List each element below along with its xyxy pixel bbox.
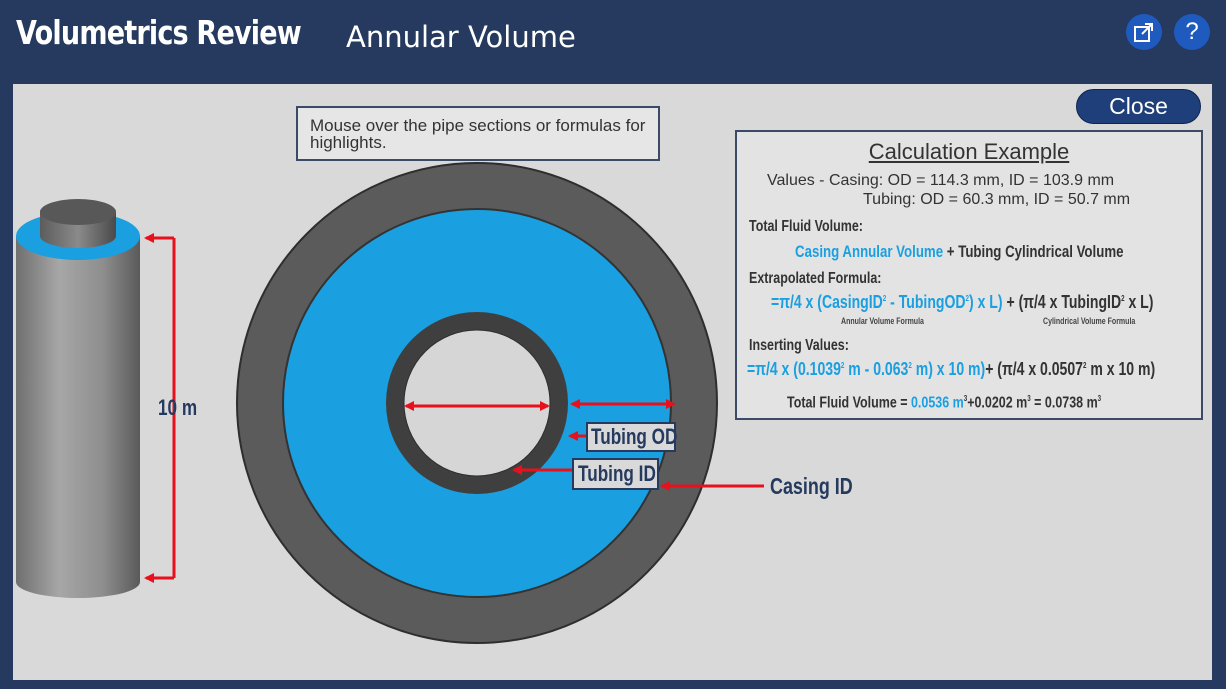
annular-formula[interactable]: =π/4 x (CasingID2 - TubingOD2) x L) (771, 292, 1003, 312)
cylindrical-values[interactable]: + (π/4 x 0.05072 m x 10 m) (985, 359, 1155, 379)
annular-values-part: =π/4 x (0.1039 (747, 359, 841, 379)
cyl-values-part: + (π/4 x 0.0507 (985, 359, 1083, 379)
inserting-label: Inserting Values: (749, 337, 849, 354)
tubing-od-label: Tubing OD (591, 424, 678, 449)
annular-caption: Annular Volume Formula (841, 316, 924, 326)
inserting-formula[interactable]: =π/4 x (0.10392 m - 0.0632 m) x 10 m)+ (… (747, 359, 1155, 380)
pipe-section-cylinder[interactable] (16, 199, 140, 598)
annular-values[interactable]: =π/4 x (0.10392 m - 0.0632 m) x 10 m) (747, 359, 985, 379)
total-annular-value: 0.0536 m (910, 394, 964, 412)
close-button[interactable]: Close (1076, 89, 1201, 124)
annular-values-part: m) x 10 m) (911, 359, 986, 379)
cylindrical-formula[interactable]: + (π/4 x TubingID2 x L) (1006, 292, 1153, 312)
annular-formula-part: ) x L) (969, 292, 1003, 312)
cyl-formula-part: x L) (1124, 292, 1154, 312)
cylindrical-caption: Cylindrical Volume Formula (1043, 316, 1136, 326)
length-label: 10 m (158, 395, 198, 420)
cyl-formula-part: + (π/4 x TubingID (1006, 292, 1122, 312)
total-cyl-value: +0.0202 m (967, 394, 1028, 412)
total-label: Total Fluid Volume = (787, 394, 911, 412)
total-fluid-formula[interactable]: Casing Annular Volume + Tubing Cylindric… (795, 242, 1123, 262)
total-fluid-label: Total Fluid Volume: (749, 218, 863, 235)
extrapolated-formula[interactable]: =π/4 x (CasingID2 - TubingOD2) x L) + (π… (771, 292, 1153, 313)
annular-formula-part: - TubingOD (886, 292, 966, 312)
casing-annular-term[interactable]: Casing Annular Volume (795, 242, 943, 261)
exponent: 3 (1097, 394, 1102, 403)
annular-formula-part: =π/4 x (CasingID (771, 292, 883, 312)
casing-id-label: Casing ID (770, 473, 853, 499)
tubing-id-label: Tubing ID (578, 461, 656, 486)
tubing-bore[interactable] (403, 329, 551, 477)
values-tubing: Tubing: OD = 60.3 mm, ID = 50.7 mm (863, 191, 1131, 208)
values-casing: Values - Casing: OD = 114.3 mm, ID = 103… (767, 172, 1115, 189)
total-fluid-result: Total Fluid Volume = 0.0536 m3+0.0202 m3… (787, 394, 1101, 412)
calc-title: Calculation Example (868, 139, 1070, 164)
calculation-example: Calculation Example Values - Casing: OD … (735, 130, 1203, 420)
total-sum-value: = 0.0738 m (1030, 394, 1098, 412)
annular-values-part: m - 0.063 (844, 359, 909, 379)
tubing-cyl-term[interactable]: + Tubing Cylindrical Volume (947, 242, 1124, 261)
hint-text: Mouse over the pipe sections or formulas… (296, 106, 660, 161)
cyl-values-part: m x 10 m) (1086, 359, 1156, 379)
extrapolated-label: Extrapolated Formula: (749, 270, 882, 287)
